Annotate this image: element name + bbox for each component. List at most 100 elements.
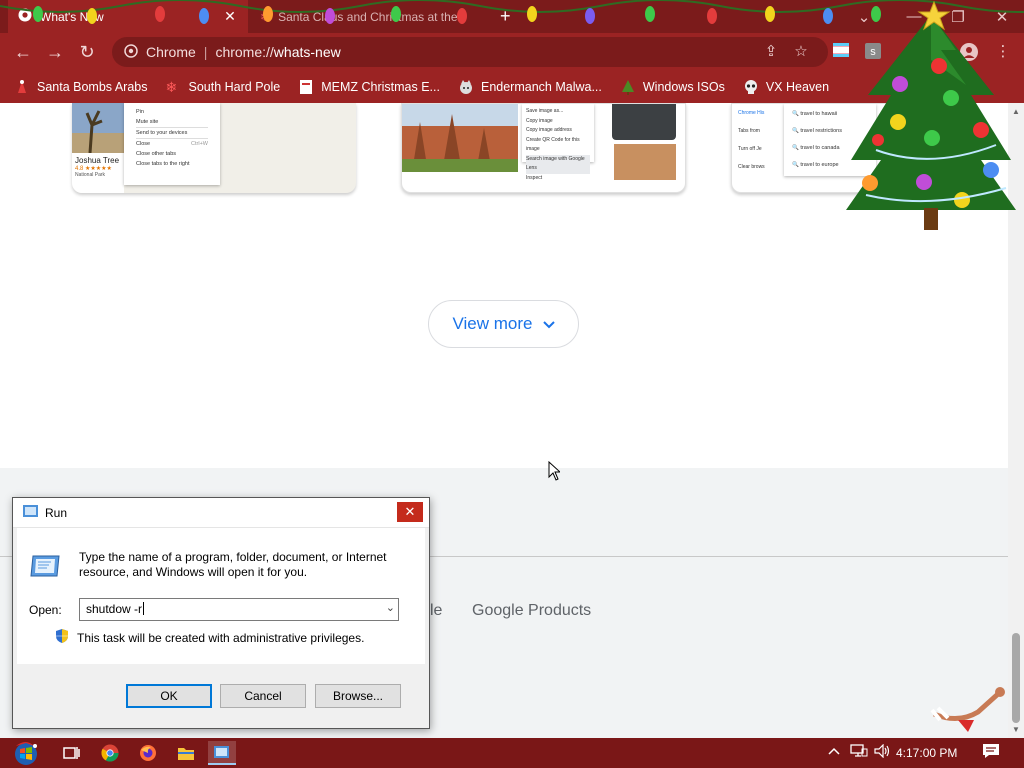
run-dialog-title: Run (45, 505, 68, 520)
forward-button[interactable]: → (44, 41, 66, 63)
view-more-label: View more (452, 314, 533, 333)
dropdown-arrow-icon[interactable]: ⌄ (386, 601, 395, 614)
run-dialog-titlebar[interactable]: Run (13, 498, 429, 528)
menu-item: Close Ctrl+W (136, 138, 208, 149)
chrome-logo-icon (18, 8, 32, 25)
menu-item: Close other tabs (136, 151, 177, 157)
mouse-cursor-icon (548, 461, 560, 481)
bookmark-label: South Hard Pole (188, 80, 281, 94)
lens-result-image (614, 144, 676, 180)
menu-item: Pin (136, 109, 144, 115)
place-name: Joshua Tree (75, 156, 120, 165)
santa-icon (14, 79, 30, 95)
share-icon[interactable]: ⇪ (762, 43, 780, 61)
bookmark-label: Windows ISOs (642, 80, 725, 94)
run-command-input[interactable]: shutdow -r ⌄ (79, 598, 399, 621)
bookmark-windows-isos[interactable]: Windows ISOs (620, 79, 725, 95)
url-scheme: chrome:// (215, 44, 274, 60)
christmas-tree-decoration (846, 0, 1016, 230)
admin-privileges-note: This task will be created with administr… (56, 628, 365, 647)
bookmark-label: Endermanch Malwa... (480, 80, 602, 94)
action-center-icon[interactable] (982, 743, 1000, 762)
cat-icon (458, 79, 474, 95)
address-bar[interactable]: Chrome | chrome://whats-new (112, 37, 828, 67)
menu-item: Close tabs to the right (136, 161, 190, 167)
bookmark-south-hard-pole[interactable]: ❄ South Hard Pole (165, 79, 280, 95)
bookmark-label: Santa Bombs Arabs (37, 80, 148, 94)
text-caret (143, 602, 145, 615)
volume-icon[interactable] (874, 743, 892, 761)
omnibox-separator: | (203, 44, 208, 60)
url-path: whats-new (273, 44, 341, 60)
reload-button[interactable]: ↻ (76, 41, 98, 63)
footer-link-google-products[interactable]: Google Products (472, 602, 591, 620)
skull-icon (743, 79, 759, 95)
uac-shield-icon (55, 628, 69, 647)
tab-close-icon[interactable]: ✕ (222, 8, 238, 25)
joshua-tree-photo (72, 103, 124, 154)
run-dialog: Run ✕ Type the name of a program, folder… (12, 497, 430, 729)
chrome-taskbar-icon[interactable] (96, 741, 124, 765)
bookmark-endermanch-malware[interactable]: Endermanch Malwa... (458, 79, 602, 95)
open-label: Open: (29, 603, 62, 617)
back-button[interactable]: ← (12, 41, 34, 63)
lens-panel (612, 104, 676, 140)
footer-link-partial[interactable]: le (430, 602, 442, 620)
tree-icon (620, 79, 636, 95)
windows-taskbar: 4:17:00 PM (0, 738, 1024, 768)
tab-title: Santa Claus and Christmas at the (278, 9, 458, 24)
ok-button[interactable]: OK (126, 684, 212, 708)
bookmark-memz-christmas[interactable]: MEMZ Christmas E... (298, 79, 440, 95)
tab-context-menu: Pin Mute site Send to your devices Close… (124, 103, 220, 185)
cancel-button[interactable]: Cancel (220, 684, 306, 708)
scroll-down-arrow-icon[interactable]: ▼ (1012, 725, 1020, 734)
chrome-site-icon (124, 43, 138, 61)
bookmark-label: MEMZ Christmas E... (321, 80, 440, 94)
file-explorer-taskbar-icon[interactable] (172, 741, 200, 765)
browse-button[interactable]: Browse... (315, 684, 401, 708)
menu-item: Send to your devices (136, 127, 208, 138)
run-description: Type the name of a program, folder, docu… (79, 550, 387, 579)
view-more-button[interactable]: View more (428, 300, 579, 348)
snowflake-icon: ❄ (165, 79, 178, 95)
bookmark-vx-heaven[interactable]: VX Heaven (743, 79, 829, 95)
run-taskbar-icon[interactable] (208, 741, 236, 765)
new-tab-button[interactable]: + (500, 6, 511, 27)
menu-item-google-lens: Search image with Google Lens (526, 154, 590, 174)
bookmark-santa-bombs-arabs[interactable]: Santa Bombs Arabs (14, 79, 147, 95)
bookmark-star-icon[interactable]: ☆ (792, 43, 810, 61)
run-dialog-body: Type the name of a program, folder, docu… (17, 528, 425, 664)
image-context-menu: Save image as... Copy image Copy image a… (522, 104, 594, 181)
menu-item: Mute site (136, 119, 159, 125)
scrollbar-thumb[interactable] (1012, 633, 1020, 723)
feature-card-tab-menu[interactable]: Joshua Tree 4.8 ★★★★★ National Park Pin … (72, 103, 356, 193)
place-rating: 4.8 ★★★★★ (75, 166, 112, 172)
network-icon[interactable] (850, 744, 868, 761)
menu-item: Copy image address (526, 127, 572, 133)
show-hidden-icons-chevron-icon[interactable] (828, 744, 840, 759)
start-button[interactable] (8, 738, 44, 768)
menu-item: Save image as... (526, 108, 564, 114)
feature-card-google-lens[interactable]: Save image as... Copy image Copy image a… (401, 103, 686, 193)
tab-whats-new[interactable]: What's New ✕ (8, 0, 248, 33)
snowflake-icon: ❄ (260, 9, 271, 24)
page-icon (298, 79, 314, 95)
menu-item: Copy image (526, 117, 553, 124)
task-view-icon[interactable] (58, 741, 86, 765)
tab-santa-claus[interactable]: ❄ Santa Claus and Christmas at the (252, 0, 482, 33)
place-subtitle: National Park (75, 172, 106, 178)
dancing-figure-decoration (930, 687, 1005, 732)
tab-title: What's New (40, 9, 104, 24)
omnibox-site-label: Chrome (146, 44, 196, 60)
run-close-button[interactable]: ✕ (397, 502, 423, 522)
temple-photo (402, 104, 518, 172)
firefox-taskbar-icon[interactable] (134, 741, 162, 765)
menu-item: Create QR Code for this image (526, 136, 580, 153)
omnibox-url: chrome://whats-new (215, 44, 340, 60)
taskbar-clock[interactable]: 4:17:00 PM (896, 746, 957, 760)
admin-note-text: This task will be created with administr… (77, 630, 365, 645)
run-program-icon (29, 554, 61, 583)
chevron-down-icon (542, 317, 555, 332)
menu-item: Inspect (526, 174, 543, 181)
run-app-icon (23, 504, 39, 521)
